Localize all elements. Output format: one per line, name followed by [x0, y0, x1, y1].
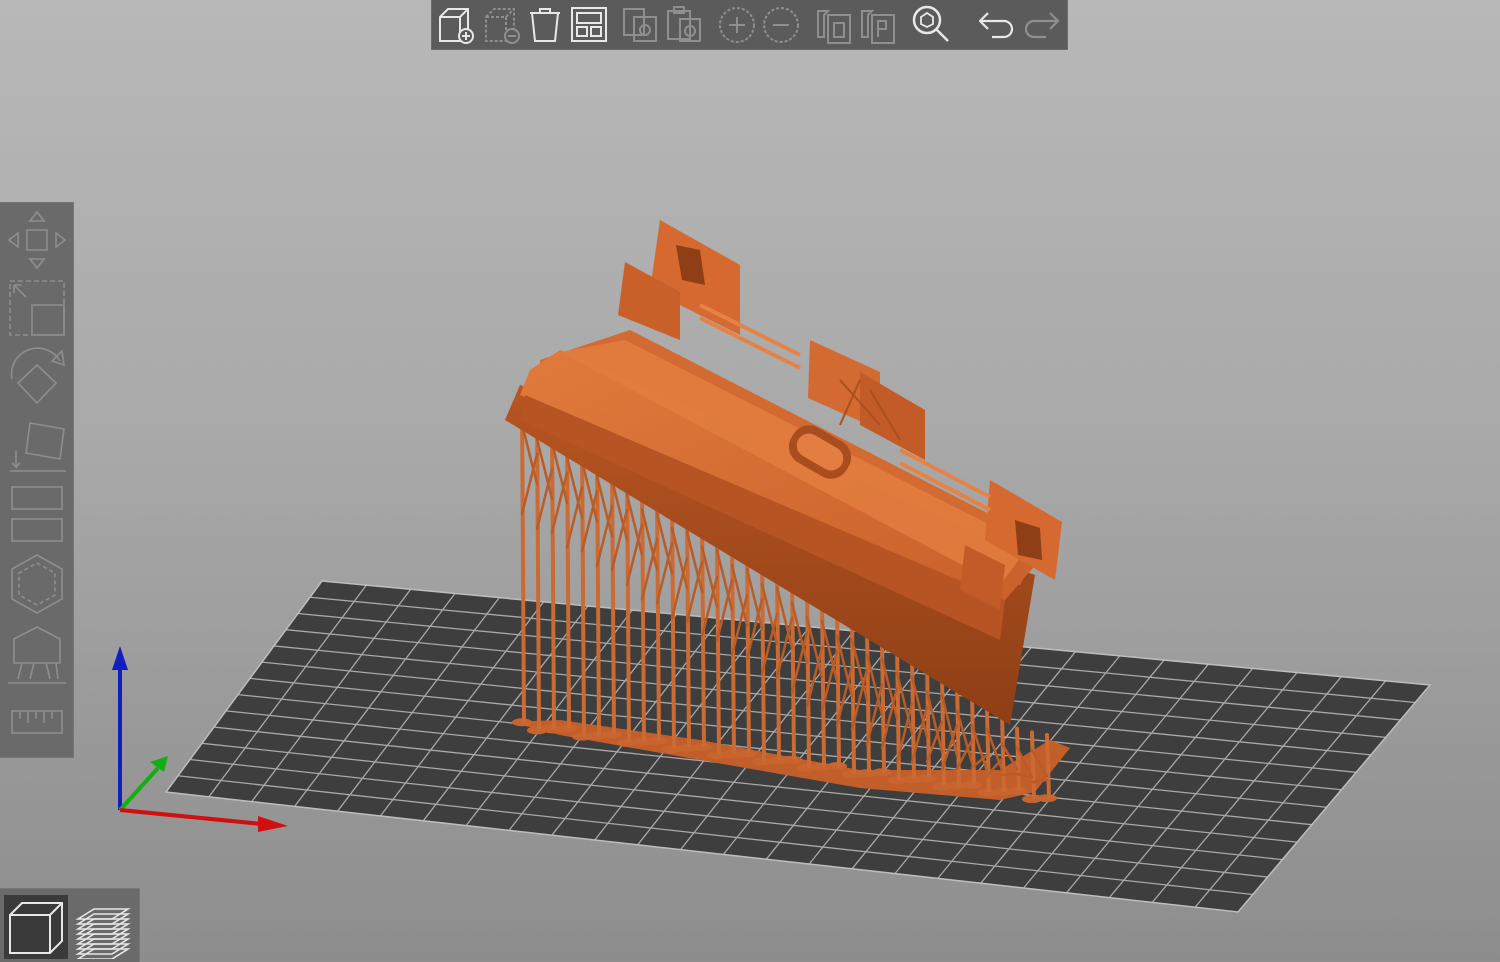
add-instance-button[interactable] [716, 3, 758, 45]
sla-supports-icon [8, 626, 66, 684]
3d-view-button[interactable] [4, 895, 68, 959]
sla-supports-button[interactable] [4, 623, 70, 689]
hollow-button[interactable] [4, 551, 70, 617]
delete-icon [485, 8, 520, 44]
undo-button[interactable] [976, 3, 1018, 45]
hollow-icon [11, 554, 63, 614]
place-on-face-button[interactable] [4, 413, 70, 477]
redo-icon [1024, 12, 1060, 39]
remove-instance-button[interactable] [760, 3, 802, 45]
3d-view-icon [9, 902, 63, 954]
3d-viewport[interactable] [0, 0, 1500, 962]
redo-button[interactable] [1020, 3, 1062, 45]
cut-icon [11, 486, 63, 542]
left-gizmo-toolbar [0, 202, 74, 758]
split-parts-button[interactable] [858, 3, 900, 45]
top-toolbar [431, 0, 1068, 50]
search-icon [912, 5, 949, 42]
measure-button[interactable] [4, 697, 70, 747]
delete-button[interactable] [480, 3, 522, 45]
scale-button[interactable] [4, 275, 70, 339]
place-on-face-icon [10, 422, 66, 472]
arrange-icon [571, 7, 607, 42]
split-objects-icon [817, 10, 851, 44]
rotate-icon [10, 347, 65, 405]
add-object-button[interactable] [434, 3, 476, 45]
search-button[interactable] [910, 3, 952, 45]
split-parts-icon [861, 10, 895, 44]
delete-all-button[interactable] [524, 3, 566, 45]
remove-instance-icon [763, 7, 799, 43]
move-button[interactable] [4, 209, 70, 271]
paste-button[interactable] [664, 3, 706, 45]
arrange-button[interactable] [568, 3, 610, 45]
preview-button[interactable] [70, 895, 134, 960]
layers-preview-icon [75, 908, 131, 960]
copy-button[interactable] [620, 3, 662, 45]
undo-icon [978, 12, 1014, 39]
view-switcher [0, 888, 140, 962]
add-instance-icon [719, 7, 755, 43]
move-icon [7, 210, 67, 270]
add-object-icon [439, 8, 474, 44]
scale-icon [9, 280, 65, 336]
cut-button[interactable] [4, 481, 70, 547]
paste-icon [667, 6, 701, 42]
delete-all-icon [530, 8, 560, 42]
copy-icon [623, 8, 657, 42]
split-objects-button[interactable] [814, 3, 856, 45]
measure-icon [11, 710, 63, 734]
rotate-button[interactable] [4, 343, 70, 409]
